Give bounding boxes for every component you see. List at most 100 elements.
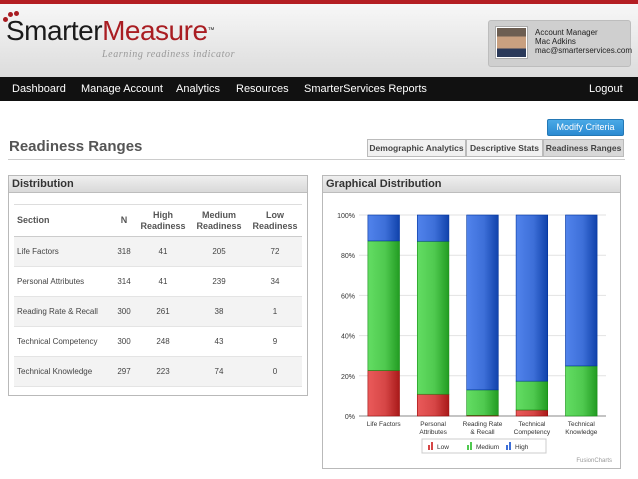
- col-header-medium: Medium Readiness: [190, 204, 248, 237]
- x-tick-label: Reading Rate: [463, 421, 503, 428]
- cell-section: Life Factors: [14, 236, 112, 267]
- cell-medium: 43: [190, 326, 248, 357]
- bar-low: [515, 409, 549, 417]
- cell-high: 41: [136, 266, 190, 297]
- cell-section: Reading Rate & Recall: [14, 296, 112, 327]
- cell-n: 314: [112, 266, 136, 297]
- cell-low: 0: [248, 356, 302, 387]
- graphical-distribution-panel: Graphical Distribution 0% 20% 40% 60% 80% 100…: [322, 175, 621, 469]
- tab-readiness-ranges[interactable]: Readiness Ranges: [543, 139, 624, 157]
- legend-label: Low: [437, 444, 449, 451]
- x-tick-label: Knowledge: [565, 429, 598, 436]
- bar-low: [367, 370, 400, 417]
- table-row: Personal Attributes 314 41 239 34: [14, 266, 302, 297]
- x-tick-label: Technical: [518, 421, 546, 428]
- logo-dots-icon: [3, 11, 23, 25]
- table-row: Life Factors 318 41 205 72: [14, 236, 302, 267]
- y-tick-label: 80%: [341, 253, 355, 260]
- cell-n: 318: [112, 236, 136, 267]
- cell-low: 72: [248, 236, 302, 267]
- tab-demographic-analytics[interactable]: Demographic Analytics: [367, 139, 466, 157]
- col-header-n: N: [112, 204, 136, 237]
- account-name: Mac Adkins: [535, 37, 576, 46]
- account-box: Account Manager Mac Adkins mac@smarterse…: [488, 20, 633, 67]
- chart-credit: FusionCharts: [576, 458, 612, 464]
- y-tick-label: 20%: [341, 374, 355, 381]
- cell-low: 1: [248, 296, 302, 327]
- col-header-low: Low Readiness: [248, 204, 302, 237]
- cell-high: 261: [136, 296, 190, 327]
- nav-logout[interactable]: Logout: [589, 83, 623, 95]
- cell-medium: 38: [190, 296, 248, 327]
- y-tick-label: 40%: [341, 334, 355, 341]
- tab-descriptive-stats[interactable]: Descriptive Stats: [466, 139, 543, 157]
- table-row: Reading Rate & Recall 300 261 38 1: [14, 296, 302, 327]
- distribution-panel: Distribution Section N High Readiness Me…: [8, 175, 308, 396]
- distribution-table: Section N High Readiness Medium Readines…: [14, 204, 302, 387]
- modify-criteria-button[interactable]: Modify Criteria: [547, 119, 624, 136]
- legend-label: High: [515, 444, 529, 451]
- legend-swatch-low: [428, 445, 430, 450]
- bar-high: [416, 214, 450, 242]
- legend-swatch-medium: [470, 442, 472, 450]
- x-tick-label: Personal: [420, 421, 446, 428]
- legend-swatch-medium: [467, 445, 469, 450]
- table-row: Technical Competency 300 248 43 9: [14, 326, 302, 357]
- cell-medium: 205: [190, 236, 248, 267]
- y-tick-label: 60%: [341, 293, 355, 300]
- table-row: Technical Knowledge 297 223 74 0: [14, 356, 302, 387]
- bar-medium: [367, 240, 400, 371]
- cell-low: 34: [248, 266, 302, 297]
- account-role: Account Manager: [535, 28, 598, 37]
- x-tick-label: Competency: [514, 429, 551, 436]
- logo-tagline: Learning readiness indicator: [102, 49, 236, 60]
- avatar: [495, 26, 528, 59]
- x-tick-label: & Recall: [470, 429, 495, 436]
- bar-low: [416, 393, 450, 417]
- nav-analytics[interactable]: Analytics: [176, 83, 220, 95]
- col-header-section: Section: [14, 204, 112, 237]
- col-header-high: High Readiness: [136, 204, 190, 237]
- bar-high: [565, 214, 598, 367]
- legend-swatch-high: [506, 445, 508, 450]
- graph-heading: Graphical Distribution: [323, 176, 620, 193]
- header: SmarterMeasure™ Learning readiness indic…: [0, 4, 638, 77]
- cell-high: 248: [136, 326, 190, 357]
- bar-high: [466, 214, 499, 391]
- y-tick-label: 100%: [337, 213, 355, 220]
- bar-medium: [416, 240, 450, 395]
- y-tick-label: 0%: [345, 414, 355, 421]
- cell-medium: 74: [190, 356, 248, 387]
- cell-section: Technical Knowledge: [14, 356, 112, 387]
- nav-manage-account[interactable]: Manage Account: [81, 83, 163, 95]
- legend-swatch-low: [431, 442, 433, 450]
- legend-label: Medium: [476, 444, 499, 451]
- cell-section: Technical Competency: [14, 326, 112, 357]
- legend-swatch-high: [509, 442, 511, 450]
- bar-high: [515, 214, 549, 382]
- stacked-bar-chart: 0% 20% 40% 60% 80% 100% Life Factors PersonalAt…: [337, 213, 612, 464]
- main-nav: Dashboard Manage Account Analytics Resou…: [0, 77, 638, 101]
- title-divider: [8, 159, 625, 160]
- logo-trademark: ™: [207, 27, 215, 34]
- nav-resources[interactable]: Resources: [236, 83, 289, 95]
- logo-brand-part2: Measure: [102, 15, 208, 46]
- nav-dashboard[interactable]: Dashboard: [12, 83, 66, 95]
- x-tick-label: Technical: [568, 421, 596, 428]
- logo[interactable]: SmarterMeasure™ Learning readiness indic…: [3, 11, 234, 60]
- cell-n: 297: [112, 356, 136, 387]
- x-tick-label: Attributes: [419, 429, 447, 436]
- distribution-heading: Distribution: [9, 176, 307, 193]
- x-tick-label: Life Factors: [367, 421, 402, 428]
- cell-n: 300: [112, 296, 136, 327]
- cell-section: Personal Attributes: [14, 266, 112, 297]
- bar-medium: [565, 365, 598, 417]
- cell-medium: 239: [190, 266, 248, 297]
- cell-n: 300: [112, 326, 136, 357]
- account-email: mac@smarterservices.com: [535, 46, 633, 55]
- cell-high: 223: [136, 356, 190, 387]
- nav-smarterservices-reports[interactable]: SmarterServices Reports: [304, 83, 427, 95]
- bar-high: [367, 214, 400, 242]
- cell-low: 9: [248, 326, 302, 357]
- page-title: Readiness Ranges: [9, 138, 143, 155]
